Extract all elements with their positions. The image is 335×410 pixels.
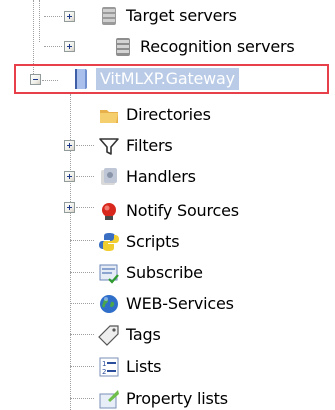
tree-connector bbox=[44, 16, 62, 17]
tree-node-web-services[interactable]: WEB-Services bbox=[98, 291, 236, 317]
tree-node-label: Lists bbox=[126, 357, 162, 376]
tree-node-property-lists[interactable]: Property lists bbox=[98, 386, 230, 410]
tree-view: Target servers Recognition servers VitML… bbox=[0, 0, 335, 410]
server-icon bbox=[98, 5, 120, 27]
tree-node-label: WEB-Services bbox=[126, 294, 234, 313]
tree-node-label: Notify Sources bbox=[126, 201, 239, 220]
tree-node-scripts[interactable]: Scripts bbox=[98, 229, 181, 255]
tree-node-label: Target servers bbox=[126, 6, 237, 25]
tree-connector bbox=[70, 272, 94, 273]
funnel-icon bbox=[98, 135, 120, 157]
server-icon bbox=[112, 36, 134, 58]
tree-node-filters[interactable]: Filters bbox=[98, 133, 175, 159]
tree-node-label: Recognition servers bbox=[140, 37, 295, 56]
tree-node-tags[interactable]: Tags bbox=[98, 322, 163, 348]
expand-toggle-filters[interactable] bbox=[64, 171, 75, 182]
tree-connector bbox=[70, 366, 94, 367]
tree-connector bbox=[76, 145, 94, 146]
expand-toggle-handlers[interactable] bbox=[64, 202, 75, 213]
tree-node-label: VitMLXP.Gateway bbox=[96, 68, 239, 90]
tree-node-label: Scripts bbox=[126, 232, 180, 251]
handlers-icon bbox=[98, 166, 120, 188]
tree-connector bbox=[44, 46, 62, 47]
tree-connector bbox=[70, 240, 94, 241]
expand-toggle-target-servers[interactable] bbox=[64, 11, 75, 22]
property-list-icon bbox=[98, 388, 120, 410]
expand-toggle-directories[interactable] bbox=[64, 140, 75, 151]
tree-connector bbox=[70, 398, 94, 399]
tag-icon bbox=[98, 324, 120, 346]
svg-text:1: 1 bbox=[102, 360, 106, 368]
tree-connector bbox=[76, 207, 94, 208]
tree-node-label: Subscribe bbox=[126, 263, 203, 282]
globe-icon bbox=[98, 293, 120, 315]
tree-connector bbox=[70, 334, 94, 335]
expand-toggle-recognition-servers[interactable] bbox=[64, 41, 75, 52]
tree-connector bbox=[70, 303, 94, 304]
alarm-icon bbox=[98, 200, 120, 222]
tree-connector bbox=[42, 80, 58, 81]
tree-node-notify-sources[interactable]: Notify Sources bbox=[98, 198, 241, 224]
tree-connector bbox=[39, 0, 40, 42]
list-icon: 1 2 bbox=[98, 356, 120, 378]
tree-connector bbox=[33, 0, 34, 80]
tree-node-target-servers[interactable]: Target servers bbox=[98, 3, 239, 29]
tree-node-directories[interactable]: Directories bbox=[98, 102, 213, 128]
tree-node-handlers[interactable]: Handlers bbox=[98, 164, 198, 190]
subscribe-icon bbox=[98, 262, 120, 284]
collapse-toggle-gateway[interactable] bbox=[30, 74, 41, 85]
tree-node-label: Tags bbox=[126, 325, 161, 344]
tree-connector bbox=[76, 176, 94, 177]
svg-text:2: 2 bbox=[102, 368, 106, 376]
tree-node-label: Filters bbox=[126, 136, 173, 155]
folder-icon bbox=[98, 104, 120, 126]
tree-node-label: Property lists bbox=[126, 389, 228, 408]
tree-node-recognition-servers[interactable]: Recognition servers bbox=[112, 34, 297, 60]
tree-node-lists[interactable]: 1 2 Lists bbox=[98, 354, 163, 380]
tree-node-gateway[interactable]: VitMLXP.Gateway bbox=[70, 66, 239, 92]
tree-node-subscribe[interactable]: Subscribe bbox=[98, 260, 205, 286]
python-icon bbox=[98, 231, 120, 253]
tree-node-label: Directories bbox=[126, 105, 211, 124]
tree-node-label: Handlers bbox=[126, 167, 196, 186]
book-icon bbox=[70, 68, 92, 90]
